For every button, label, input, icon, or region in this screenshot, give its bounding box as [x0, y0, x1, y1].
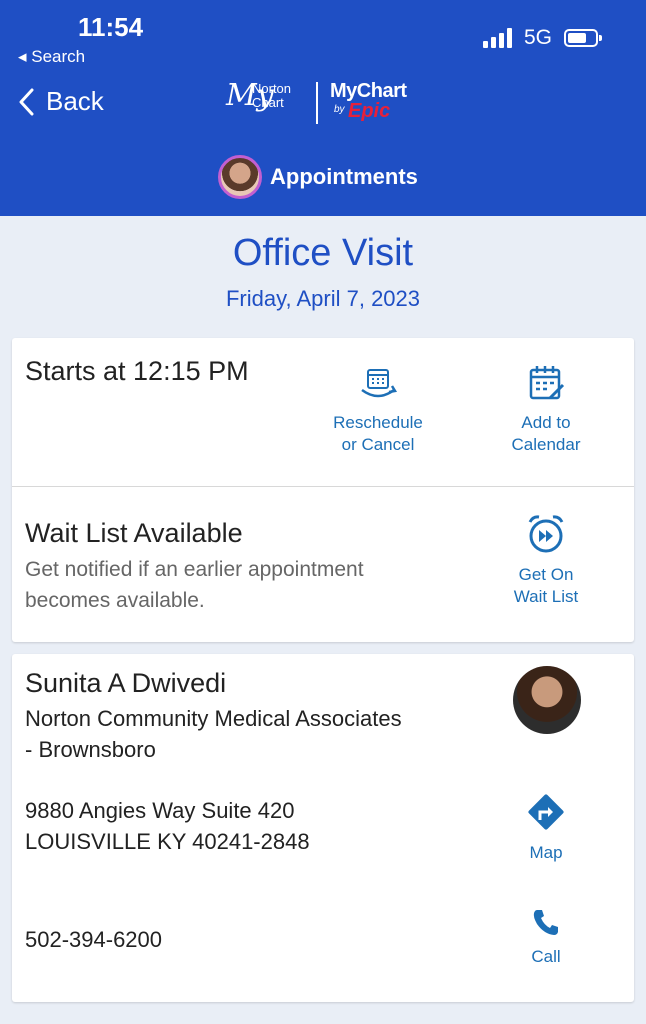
reschedule-label-2: or Cancel: [341, 435, 415, 454]
start-time: Starts at 12:15 PM: [25, 356, 249, 386]
logo-norton-chart: Norton Chart: [252, 81, 292, 110]
page-title: Appointments: [270, 164, 418, 189]
provider-phone[interactable]: 502-394-6200: [25, 924, 162, 955]
calendar-add-icon: [529, 366, 565, 400]
signal-icon: [482, 28, 512, 48]
logo-by: by: [334, 104, 345, 115]
chevron-left-icon: [19, 88, 34, 115]
network-label: 5G: [523, 26, 552, 49]
call-label: Call: [531, 947, 561, 966]
wait-list-button[interactable]: Get On Wait List: [481, 512, 611, 608]
waitlist-label-2: Wait List: [513, 587, 579, 606]
provider-card: Sunita A Dwivedi Norton Community Medica…: [12, 654, 634, 1002]
call-button[interactable]: Call: [481, 906, 611, 968]
battery-icon: [564, 29, 602, 47]
norton-mychart-logo: My Norton Chart MyChart by Epic: [226, 78, 408, 128]
provider-organization: Norton Community Medical Associates - Bro…: [25, 706, 402, 762]
map-label: Map: [529, 843, 563, 862]
calendar-label-1: Add to: [521, 413, 571, 432]
reschedule-label-1: Reschedule: [333, 413, 423, 432]
status-time: 11:54: [78, 12, 144, 42]
back-button[interactable]: Back: [18, 86, 104, 117]
provider-name: Sunita A Dwivedi: [25, 668, 227, 698]
page-badge: Appointments: [218, 155, 418, 199]
status-indicators: 5G: [482, 26, 602, 50]
provider-address: 9880 Angies Way Suite 420 LOUISVILLE KY 4…: [25, 798, 310, 854]
card-divider: [12, 486, 634, 487]
alarm-clock-icon: [528, 515, 564, 553]
add-to-calendar-button[interactable]: Add to Calendar: [481, 364, 611, 456]
waitlist-label-1: Get On: [518, 565, 574, 584]
provider-photo: [513, 666, 581, 734]
calendar-cycle-icon: [361, 369, 398, 398]
app-header: 11:54 ◂ Search 5G Back My Norton Chart My…: [0, 0, 646, 216]
waitlist-title: Wait List Available: [25, 518, 243, 548]
back-label: Back: [46, 86, 104, 116]
status-back-link[interactable]: ◂ Search: [18, 47, 85, 67]
waitlist-description: Get notified if an earlier appointment be…: [25, 558, 364, 612]
visit-type-title: Office Visit: [232, 232, 414, 274]
logo-epic: Epic: [348, 100, 391, 122]
appointment-card: Starts at 12:15 PM Reschedule or Cancel …: [12, 338, 634, 642]
calendar-label-2: Calendar: [511, 435, 581, 454]
reschedule-button[interactable]: Reschedule or Cancel: [313, 366, 443, 456]
visit-date: Friday, April 7, 2023: [225, 286, 421, 311]
directions-icon: [528, 794, 564, 830]
map-button[interactable]: Map: [481, 790, 611, 864]
user-avatar[interactable]: [218, 155, 262, 199]
phone-icon: [533, 910, 558, 935]
